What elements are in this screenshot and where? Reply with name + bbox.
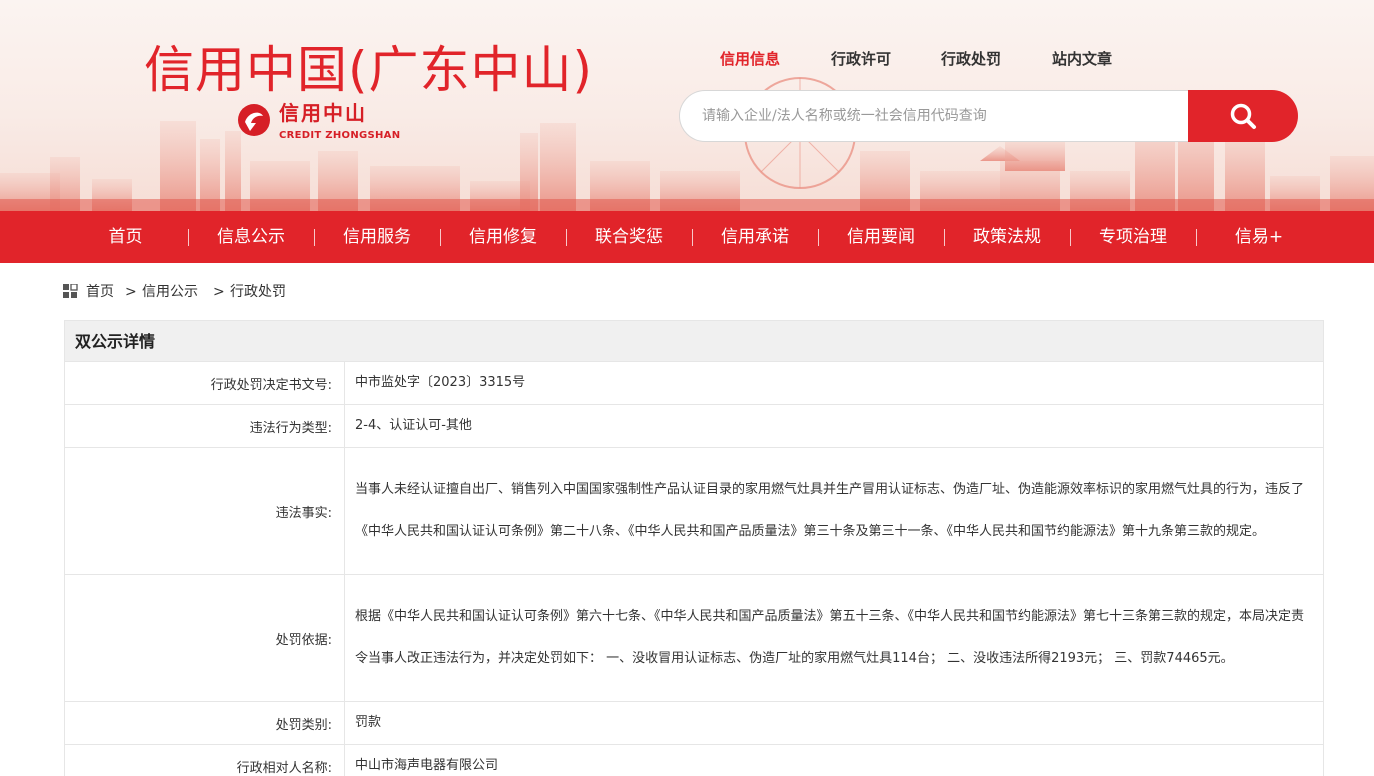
breadcrumb-separator: > xyxy=(125,284,137,300)
detail-row: 处罚类别: 罚款 xyxy=(64,702,1324,745)
nav-credit-easy-plus[interactable]: 信易+ xyxy=(1213,211,1305,263)
row-value: 罚款 xyxy=(355,715,382,730)
site-header: 信用中国(广东中山) 信用中山 CREDIT ZHONGSHAN 信用信息 行政… xyxy=(0,0,1374,211)
top-nav-admin-penalty[interactable]: 行政处罚 xyxy=(941,48,1001,70)
detail-row: 违法事实: 当事人未经认证擅自出厂、销售列入中国国家强制性产品认证目录的家用燃气… xyxy=(64,448,1324,575)
nav-separator xyxy=(692,229,693,246)
nav-separator xyxy=(944,229,945,246)
nav-separator xyxy=(188,229,189,246)
row-label: 处罚依据: xyxy=(65,575,345,701)
nav-credit-repair[interactable]: 信用修复 xyxy=(457,211,549,263)
logo-chinese-name: 信用中山 xyxy=(279,101,367,125)
breadcrumb-credit-disclosure[interactable]: 信用公示 xyxy=(142,281,198,303)
breadcrumb-current: 行政处罚 xyxy=(230,284,286,300)
detail-title: 双公示详情 xyxy=(64,320,1324,362)
nav-separator xyxy=(1196,229,1197,246)
breadcrumb-home[interactable]: 首页 xyxy=(86,281,114,303)
nav-joint-reward-punish[interactable]: 联合奖惩 xyxy=(583,211,675,263)
site-title: 信用中国(广东中山) xyxy=(144,41,594,99)
breadcrumb-separator: > xyxy=(213,284,225,300)
row-value: 2-4、认证认可-其他 xyxy=(355,418,472,433)
nav-info-disclosure[interactable]: 信息公示 xyxy=(205,211,297,263)
credit-logo-icon xyxy=(238,104,270,136)
detail-table: 双公示详情 行政处罚决定书文号: 中市监处字〔2023〕3315号 违法行为类型… xyxy=(64,320,1324,776)
nav-special-governance[interactable]: 专项治理 xyxy=(1087,211,1179,263)
row-value: 中山市海声电器有限公司 xyxy=(355,758,499,773)
row-label: 行政处罚决定书文号: xyxy=(65,362,345,404)
logo-english-name: CREDIT ZHONGSHAN xyxy=(279,130,401,141)
row-label: 违法事实: xyxy=(65,448,345,574)
main-nav: 首页 信息公示 信用服务 信用修复 联合奖惩 信用承诺 信用要闻 政策法规 专项… xyxy=(0,211,1374,263)
nav-credit-news[interactable]: 信用要闻 xyxy=(835,211,927,263)
search-button[interactable] xyxy=(1188,90,1298,142)
nav-separator xyxy=(566,229,567,246)
row-value: 中市监处字〔2023〕3315号 xyxy=(355,375,526,390)
nav-separator xyxy=(818,229,819,246)
detail-row: 行政相对人名称: 中山市海声电器有限公司 xyxy=(64,745,1324,776)
nav-separator xyxy=(314,229,315,246)
top-nav-credit-info[interactable]: 信用信息 xyxy=(720,48,780,70)
nav-policy-law[interactable]: 政策法规 xyxy=(961,211,1053,263)
row-label: 处罚类别: xyxy=(65,702,345,744)
detail-row: 处罚依据: 根据《中华人民共和国认证认可条例》第六十七条、《中华人民共和国产品质… xyxy=(64,575,1324,702)
row-label: 行政相对人名称: xyxy=(65,745,345,776)
row-value: 根据《中华人民共和国认证认可条例》第六十七条、《中华人民共和国产品质量法》第五十… xyxy=(355,608,1305,667)
row-value: 当事人未经认证擅自出厂、销售列入中国国家强制性产品认证目录的家用燃气灶具并生产冒… xyxy=(355,481,1305,540)
nav-credit-commitment[interactable]: 信用承诺 xyxy=(709,211,801,263)
top-nav-admin-license[interactable]: 行政许可 xyxy=(831,48,891,70)
search-icon xyxy=(1230,103,1256,129)
top-nav-site-articles[interactable]: 站内文章 xyxy=(1052,48,1112,70)
row-label: 违法行为类型: xyxy=(65,405,345,447)
detail-row: 行政处罚决定书文号: 中市监处字〔2023〕3315号 xyxy=(64,362,1324,405)
search-input[interactable] xyxy=(679,90,1199,142)
grid-icon xyxy=(63,284,78,298)
nav-separator xyxy=(1070,229,1071,246)
detail-row: 违法行为类型: 2-4、认证认可-其他 xyxy=(64,405,1324,448)
nav-home[interactable]: 首页 xyxy=(88,211,163,263)
nav-separator xyxy=(440,229,441,246)
nav-credit-service[interactable]: 信用服务 xyxy=(331,211,423,263)
